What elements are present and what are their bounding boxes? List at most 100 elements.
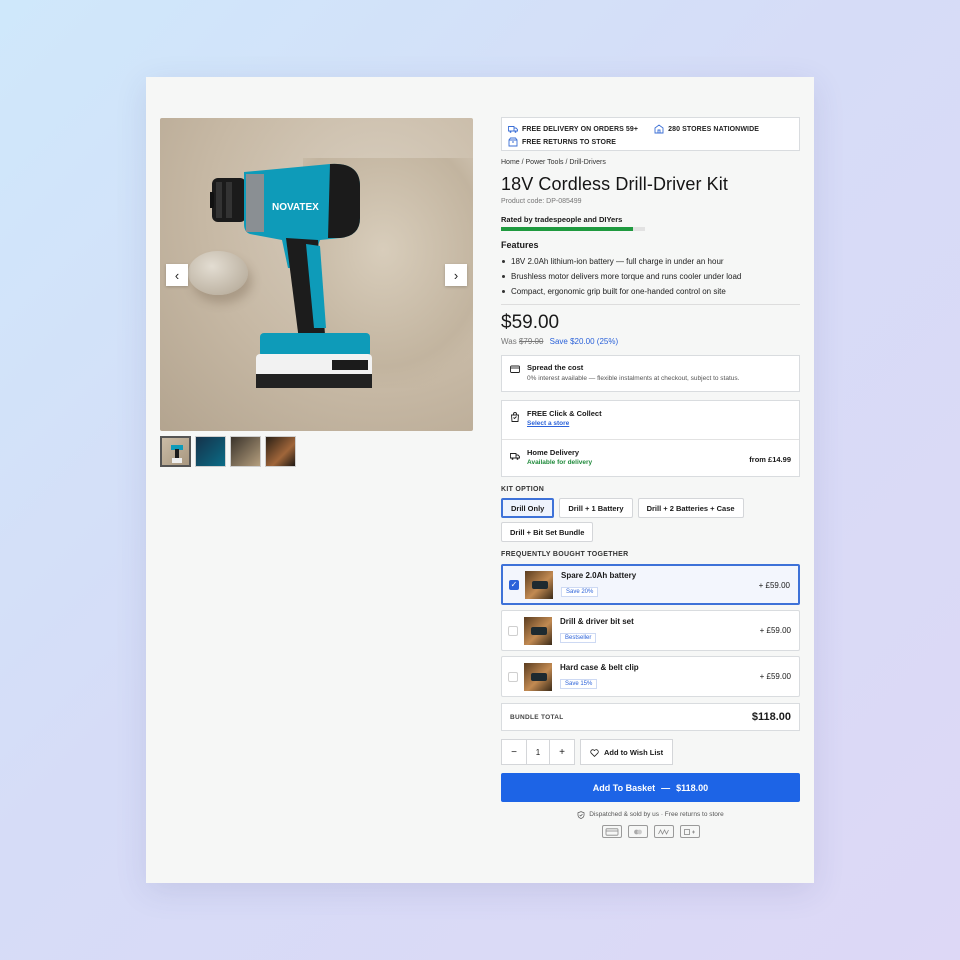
thumbnail-3[interactable] — [230, 436, 261, 467]
was-price-line: Was $79.00 Save $20.00 (25%) — [501, 337, 800, 346]
prev-image-button[interactable]: ‹ — [166, 264, 188, 286]
addon-price: + £59.00 — [758, 581, 790, 590]
quantity-stepper: − 1 + — [501, 739, 575, 765]
quantity-row: − 1 + Add to Wish List — [501, 739, 800, 765]
add-to-basket-button[interactable]: Add To Basket — $118.00 — [501, 773, 800, 802]
bundle-total-label: BUNDLE TOTAL — [510, 713, 564, 721]
promo-returns: FREE RETURNS TO STORE — [522, 138, 617, 146]
divider — [501, 304, 800, 305]
cta-label: Add To Basket — [592, 782, 656, 793]
was-price: $79.00 — [518, 337, 544, 346]
kit-option-1-battery[interactable]: Drill + 1 Battery — [559, 498, 633, 518]
addon-price: + £59.00 — [759, 626, 791, 635]
click-collect-option[interactable]: FREE Click & Collect Select a store — [502, 401, 799, 439]
promo-stores: 280 STORES NATIONWIDE — [668, 125, 760, 133]
thumbnail-4[interactable] — [265, 436, 296, 467]
delivery-status: Available for delivery — [527, 459, 593, 466]
fbt-list: ✓ Spare 2.0Ah battery Save 20% + £59.00 … — [501, 564, 800, 697]
kit-option-drill-only[interactable]: Drill Only — [501, 498, 555, 518]
addon-badge: Bestseller — [560, 633, 597, 643]
chevron-right-icon: › — [453, 267, 459, 283]
check-icon: ✓ — [510, 580, 518, 589]
delivery-price: from £14.99 — [749, 455, 791, 464]
addon-checkbox[interactable] — [508, 625, 518, 636]
heart-icon — [590, 748, 599, 757]
collect-title: FREE Click & Collect — [527, 409, 602, 418]
promo-banner: FREE DELIVERY ON ORDERS 59+ 280 STORES N… — [501, 117, 800, 151]
wishlist-button[interactable]: Add to Wish List — [580, 739, 674, 765]
rating-bar — [501, 227, 645, 231]
breadcrumb[interactable]: Home / Power Tools / Drill-Drivers — [501, 159, 800, 166]
thumbnail-2[interactable] — [195, 436, 226, 467]
addon-checkbox[interactable] — [508, 671, 518, 682]
truck-icon — [508, 124, 518, 134]
was-label: Was — [501, 337, 517, 346]
home-delivery-option[interactable]: Home Delivery Available for delivery fro… — [502, 439, 799, 477]
wishlist-label: Add to Wish List — [604, 747, 664, 757]
thumbnail-1[interactable] — [160, 436, 191, 467]
drill-illustration: NOVATEX — [210, 163, 372, 388]
decrease-button[interactable]: − — [502, 740, 526, 764]
kit-option-2-batteries[interactable]: Drill + 2 Batteries + Case — [637, 498, 744, 518]
addon-checkbox[interactable]: ✓ — [509, 579, 519, 590]
thumbnail-strip — [160, 436, 296, 467]
credit-card-icon — [510, 364, 520, 374]
addon-name: Hard case & belt clip — [560, 663, 639, 672]
select-store-link[interactable]: Select a store — [527, 420, 602, 427]
page-title: 18V Cordless Drill-Driver Kit — [501, 174, 728, 194]
spread-text: 0% interest available — flexible instalm… — [527, 375, 740, 382]
rating-label: Rated by tradespeople and DIYers — [501, 215, 623, 224]
next-image-button[interactable]: › — [445, 264, 467, 286]
store-icon — [654, 124, 664, 134]
rating-bar-fill — [501, 227, 634, 231]
bag-icon — [510, 412, 520, 422]
feature-item: Brushless motor delivers more torque and… — [501, 269, 800, 284]
feature-item: Compact, ergonomic grip built for one-ha… — [501, 284, 800, 299]
payment-methods — [501, 825, 800, 838]
addon-item[interactable]: Drill & driver bit set Bestseller + £59.… — [501, 610, 800, 651]
product-details: FREE DELIVERY ON ORDERS 59+ 280 STORES N… — [501, 117, 800, 838]
kit-option-bit-set[interactable]: Drill + Bit Set Bundle — [501, 522, 594, 542]
delivery-title: Home Delivery — [527, 448, 580, 457]
quantity-value[interactable]: 1 — [526, 740, 550, 764]
bundle-total: BUNDLE TOTAL $118.00 — [501, 703, 800, 731]
mastercard-icon — [627, 825, 648, 838]
addon-image — [525, 570, 553, 599]
cta-price: $118.00 — [676, 782, 709, 793]
wallet-icon — [653, 825, 674, 838]
spread-title: Spread the cost — [527, 363, 584, 372]
product-image: NOVATEX ‹ › — [160, 118, 473, 431]
bundle-total-value: $118.00 — [751, 711, 791, 723]
price: $59.00 — [501, 312, 560, 333]
addon-image — [524, 662, 552, 691]
cta-separator: — — [661, 782, 671, 793]
card-icon — [601, 825, 622, 838]
dispatch-note: Dispatched & sold by us · Free returns t… — [501, 810, 800, 819]
addon-image — [524, 616, 552, 645]
fbt-label: FREQUENTLY BOUGHT TOGETHER — [501, 551, 629, 558]
giftcard-icon — [679, 825, 700, 838]
box-icon — [508, 137, 518, 147]
product-code: Product code: DP-085499 — [501, 198, 582, 205]
addon-name: Spare 2.0Ah battery — [561, 571, 637, 580]
addon-badge: Save 15% — [560, 679, 598, 689]
truck-icon — [510, 451, 520, 461]
kit-option-label: KIT OPTION — [501, 486, 545, 493]
addon-price: + £59.00 — [759, 672, 791, 681]
features-list: 18V 2.0Ah lithium-ion battery — full cha… — [501, 254, 800, 299]
feature-item: 18V 2.0Ah lithium-ion battery — full cha… — [501, 254, 800, 269]
addon-item[interactable]: ✓ Spare 2.0Ah battery Save 20% + £59.00 — [501, 564, 800, 605]
shield-check-icon — [577, 810, 585, 819]
addon-badge: Save 20% — [561, 587, 599, 597]
increase-button[interactable]: + — [550, 740, 574, 764]
dispatch-text: Dispatched & sold by us · Free returns t… — [589, 810, 724, 818]
kit-options: Drill Only Drill + 1 Battery Drill + 2 B… — [501, 498, 800, 542]
addon-name: Drill & driver bit set — [560, 617, 634, 626]
features-heading: Features — [501, 240, 539, 250]
save-amount: Save $20.00 (25%) — [549, 337, 619, 346]
product-card: NOVATEX ‹ › FREE DELIVERY ON ORDERS 59+ — [146, 77, 814, 883]
chevron-left-icon: ‹ — [174, 267, 180, 283]
addon-item[interactable]: Hard case & belt clip Save 15% + £59.00 — [501, 656, 800, 697]
spread-cost-box[interactable]: Spread the cost 0% interest available — … — [501, 355, 800, 392]
brand-label: NOVATEX — [272, 202, 319, 213]
